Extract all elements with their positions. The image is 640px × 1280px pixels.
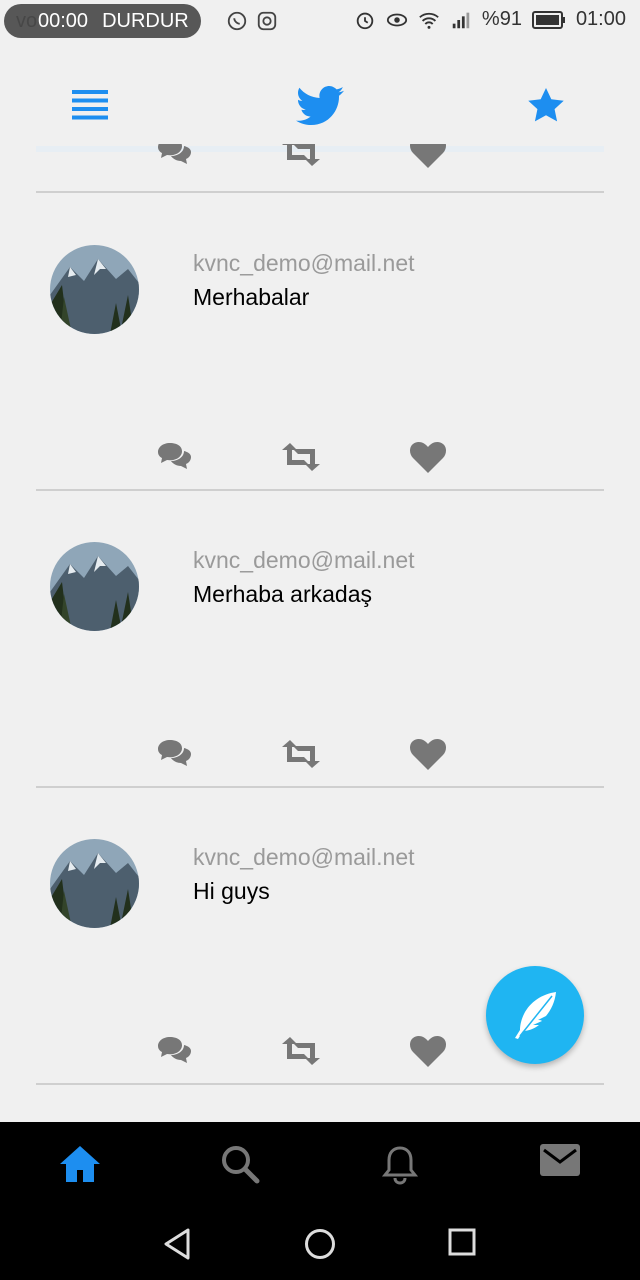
mountain-avatar-image [50, 839, 139, 928]
recorder-stop-button[interactable]: DURDUR [102, 4, 189, 38]
tweet-email: kvnc_demo@mail.net [193, 547, 415, 573]
heart-icon[interactable] [410, 441, 446, 473]
home-circle-icon[interactable] [304, 1228, 336, 1260]
comment-icon[interactable] [156, 441, 192, 473]
avatar[interactable] [50, 839, 139, 928]
menu-icon[interactable] [72, 90, 108, 120]
bell-icon[interactable] [382, 1144, 418, 1186]
battery-icon [531, 10, 565, 29]
back-icon[interactable] [162, 1228, 192, 1260]
tweet-item[interactable]: kvnc_demo@mail.net Merhaba arkadaş [0, 490, 640, 788]
mountain-avatar-image [50, 245, 139, 334]
retweet-icon[interactable] [282, 740, 320, 768]
status-right: %91 01:00 [354, 8, 626, 31]
bottom-tab-bar [0, 1122, 640, 1210]
feather-icon [515, 992, 556, 1039]
twitter-bird-icon[interactable] [296, 86, 344, 126]
comment-icon[interactable] [156, 144, 192, 168]
signal-icon [452, 12, 470, 28]
battery-percent: %91 [481, 8, 522, 30]
system-nav-bar [0, 1210, 640, 1280]
tweet-text: Hi guys [193, 878, 270, 904]
tweet-separator [36, 1083, 604, 1085]
top-nav [0, 44, 640, 150]
tweet-item[interactable]: kvnc_demo@mail.net Merhabalar [0, 193, 640, 491]
mountain-avatar-image [50, 542, 139, 631]
avatar[interactable] [50, 245, 139, 334]
tweet-actions [0, 441, 640, 481]
wifi-icon [419, 12, 439, 29]
recent-apps-icon[interactable] [448, 1228, 476, 1256]
retweet-icon[interactable] [282, 144, 320, 166]
eye-icon [386, 13, 407, 26]
star-icon[interactable] [528, 88, 564, 122]
screen-recorder-pill[interactable]: vo 00:00 DURDUR [4, 4, 201, 38]
previous-tweet-actions [0, 144, 640, 176]
clock: 01:00 [575, 8, 626, 30]
notification-icons [226, 10, 278, 32]
retweet-icon[interactable] [282, 1037, 320, 1065]
instagram-icon [257, 11, 277, 31]
heart-icon[interactable] [410, 1035, 446, 1067]
home-icon[interactable] [58, 1144, 102, 1184]
avatar[interactable] [50, 542, 139, 631]
comment-icon[interactable] [156, 738, 192, 770]
tweet-email: kvnc_demo@mail.net [193, 844, 415, 870]
recorder-timer: 00:00 [38, 10, 89, 32]
retweet-icon[interactable] [282, 443, 320, 471]
status-behind-text: vo [16, 10, 38, 32]
search-icon[interactable] [220, 1144, 260, 1184]
whatsapp-icon [227, 11, 247, 31]
heart-icon[interactable] [410, 144, 446, 168]
tweet-actions [0, 738, 640, 778]
tweet-text: Merhabalar [193, 284, 310, 310]
comment-icon[interactable] [156, 1035, 192, 1067]
mail-icon[interactable] [540, 1144, 580, 1176]
heart-icon[interactable] [410, 738, 446, 770]
tweet-text: Merhaba arkadaş [193, 581, 372, 607]
status-bar: vo 00:00 DURDUR %91 01:00 [0, 0, 640, 44]
compose-tweet-button[interactable] [486, 966, 584, 1064]
tweet-email: kvnc_demo@mail.net [193, 250, 415, 276]
alarm-icon [356, 12, 374, 29]
